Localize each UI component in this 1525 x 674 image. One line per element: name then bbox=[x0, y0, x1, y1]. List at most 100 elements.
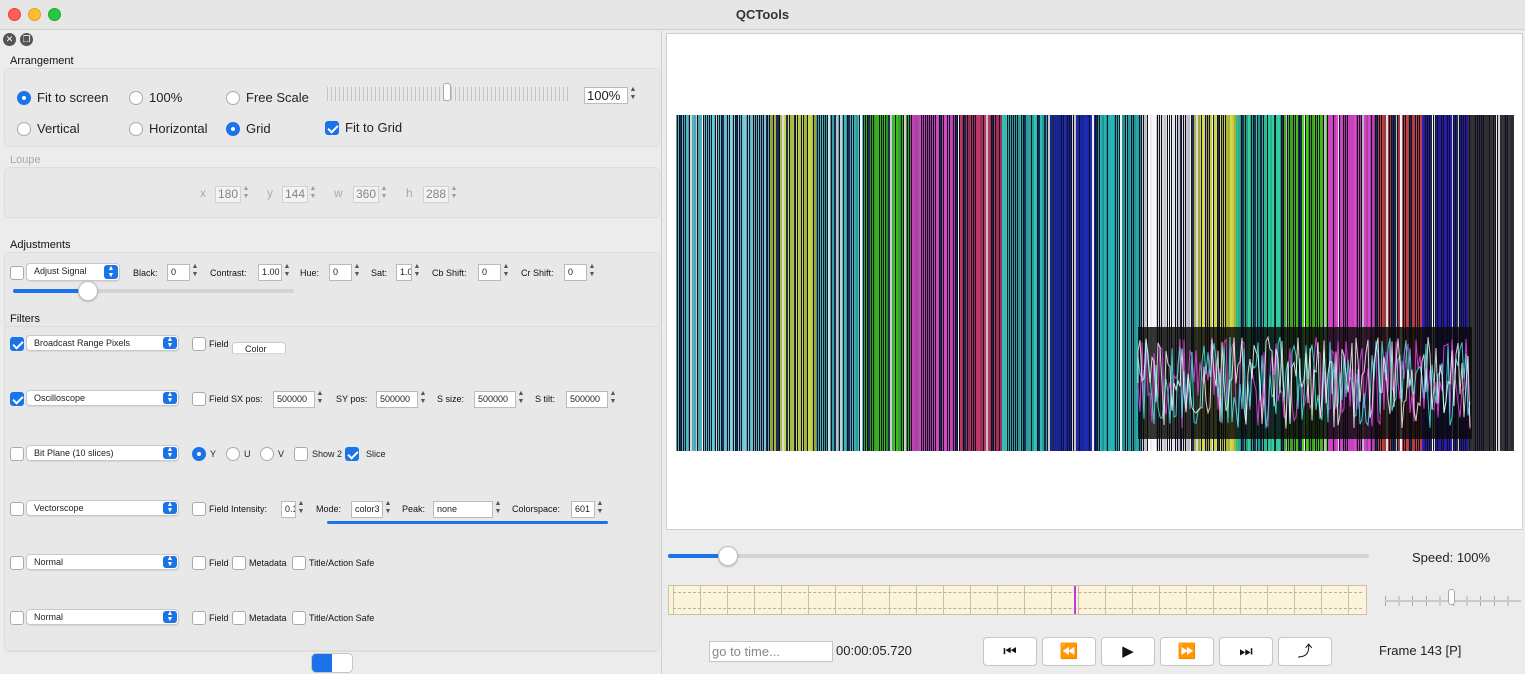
filter5-checkbox[interactable] bbox=[10, 556, 24, 570]
loupe-x-input[interactable]: 180 ▲ ▼ bbox=[215, 185, 251, 203]
frame-column bbox=[852, 115, 853, 451]
bitplane-u-radio[interactable]: U bbox=[226, 447, 251, 461]
loupe-y-input[interactable]: 144 ▲ ▼ bbox=[282, 185, 318, 203]
sat-input[interactable]: 1.0 ▲ ▼ bbox=[396, 263, 422, 281]
vs-mode-label: Mode: bbox=[316, 504, 342, 514]
fit-to-grid-checkbox[interactable]: Fit to Grid bbox=[325, 120, 402, 135]
last-frame-button[interactable]: ⏭ bbox=[1219, 637, 1273, 666]
sx-pos-input[interactable]: 500000 ▲ ▼ bbox=[273, 390, 325, 408]
filter6-checkbox[interactable] bbox=[10, 611, 24, 625]
vs-mode-input[interactable]: color3 ▲ ▼ bbox=[351, 500, 393, 518]
frame-column bbox=[790, 115, 792, 451]
filter6-safe-checkbox[interactable] bbox=[292, 611, 306, 625]
frame-column bbox=[712, 115, 714, 451]
contrast-input[interactable]: 1.00 ▲ ▼ bbox=[258, 263, 292, 281]
frame-column bbox=[716, 115, 717, 451]
filter4-checkbox[interactable] bbox=[10, 502, 24, 516]
black-input[interactable]: 0 ▲ ▼ bbox=[167, 263, 200, 281]
adjust-slider-handle[interactable] bbox=[78, 281, 98, 301]
export-button[interactable]: ⤴ bbox=[1278, 637, 1332, 666]
hue-input[interactable]: 0 ▲ ▼ bbox=[329, 263, 362, 281]
frame-column bbox=[848, 115, 850, 451]
slice-checkbox[interactable]: Slice bbox=[345, 447, 386, 461]
frame-column bbox=[892, 115, 894, 451]
cb-shift-input[interactable]: 0 ▲ ▼ bbox=[478, 263, 511, 281]
zoom-slider-handle[interactable] bbox=[1448, 589, 1455, 605]
current-time: 00:00:05.720 bbox=[836, 643, 912, 658]
filter6-safe-label: Title/Action Safe bbox=[309, 613, 375, 623]
filter5-field-checkbox[interactable] bbox=[192, 556, 206, 570]
filter5-safe-checkbox[interactable] bbox=[292, 556, 306, 570]
sy-pos-input[interactable]: 500000 ▲ ▼ bbox=[376, 390, 428, 408]
filter5-select[interactable]: Normal ▲ ▼ bbox=[26, 554, 179, 570]
goto-time-input[interactable]: go to time... bbox=[709, 641, 833, 662]
filter2-field-checkbox[interactable] bbox=[192, 392, 206, 406]
filter4-select[interactable]: Vectorscope ▲ ▼ bbox=[26, 500, 179, 516]
previous-frame-button[interactable]: ⏪ bbox=[1042, 637, 1096, 666]
bitplane-y-radio[interactable]: Y bbox=[192, 447, 216, 461]
s-tilt-input[interactable]: 500000 ▲ ▼ bbox=[566, 390, 618, 408]
first-frame-button[interactable]: ⏮ bbox=[983, 637, 1037, 666]
percent100-radio[interactable]: 100% bbox=[129, 90, 182, 105]
frame-column bbox=[1056, 115, 1058, 451]
play-button[interactable]: ▶ bbox=[1101, 637, 1155, 666]
vectorscope-slider[interactable] bbox=[327, 521, 608, 524]
filter3-select[interactable]: Bit Plane (10 slices) ▲ ▼ bbox=[26, 445, 179, 461]
video-preview[interactable] bbox=[666, 33, 1523, 530]
timeline-strip[interactable] bbox=[668, 585, 1367, 615]
frame-column bbox=[838, 115, 839, 451]
filter6-metadata-checkbox[interactable] bbox=[232, 611, 246, 625]
adjust-signal-checkbox[interactable] bbox=[10, 266, 24, 280]
free-scale-radio[interactable]: Free Scale bbox=[226, 90, 309, 105]
frame-column bbox=[866, 115, 867, 451]
dock-float-icon[interactable]: ❐ bbox=[20, 33, 33, 46]
scale-slider-handle[interactable] bbox=[443, 83, 451, 101]
peak-input[interactable]: none ▲ ▼ bbox=[433, 500, 503, 518]
frame-column bbox=[1496, 115, 1497, 451]
intensity-input[interactable]: 0.1▲▼ bbox=[281, 500, 306, 518]
adjust-mode-select[interactable]: Adjust Signal ▲ ▼ bbox=[26, 263, 120, 281]
filter1-color-button[interactable]: Color bbox=[232, 342, 286, 354]
bitplane-v-radio[interactable]: V bbox=[260, 447, 284, 461]
frame-column bbox=[1124, 115, 1125, 451]
frame-column bbox=[786, 115, 788, 451]
filter6-field-checkbox[interactable] bbox=[192, 611, 206, 625]
loupe-h-input[interactable]: 288 ▲ ▼ bbox=[423, 185, 459, 203]
fit-to-screen-radio[interactable]: Fit to screen bbox=[17, 90, 109, 105]
filter5-metadata-checkbox[interactable] bbox=[232, 556, 246, 570]
speed-label: Speed: 100% bbox=[1412, 550, 1491, 565]
frame-column bbox=[1118, 115, 1119, 451]
s-size-input[interactable]: 500000 ▲ ▼ bbox=[474, 390, 526, 408]
colorspace-input[interactable]: 601 ▲ ▼ bbox=[571, 500, 605, 518]
show2-checkbox[interactable]: Show 2 bbox=[294, 447, 342, 461]
horizontal-radio[interactable]: Horizontal bbox=[129, 121, 208, 136]
position-slider-track[interactable] bbox=[668, 554, 1369, 558]
next-frame-button[interactable]: ⏩ bbox=[1160, 637, 1214, 666]
scale-spinbox[interactable]: 100% ▲ ▼ bbox=[584, 86, 638, 104]
filter6-select[interactable]: Normal ▲ ▼ bbox=[26, 609, 179, 625]
frame-column bbox=[918, 115, 920, 451]
grid-radio[interactable]: Grid bbox=[226, 121, 271, 136]
position-slider-handle[interactable] bbox=[717, 546, 738, 566]
filter2-select[interactable]: Oscilloscope ▲ ▼ bbox=[26, 390, 179, 406]
filter2-checkbox[interactable] bbox=[10, 392, 24, 406]
frame-column bbox=[802, 115, 803, 451]
filter1-select[interactable]: Broadcast Range Pixels ▲ ▼ bbox=[26, 335, 179, 351]
panel-scroll-handle[interactable] bbox=[311, 653, 353, 673]
frame-column bbox=[1092, 115, 1094, 451]
cr-shift-input[interactable]: 0 ▲ ▼ bbox=[564, 263, 597, 281]
frame-column bbox=[950, 115, 952, 451]
black-label: Black: bbox=[133, 268, 158, 278]
filter1-checkbox[interactable] bbox=[10, 337, 24, 351]
filter4-field-checkbox[interactable] bbox=[192, 502, 206, 516]
filter1-field-label: Field bbox=[209, 339, 229, 349]
loupe-w-input[interactable]: 360 ▲ ▼ bbox=[353, 185, 389, 203]
frame-column bbox=[1112, 115, 1114, 451]
frame-column bbox=[742, 115, 744, 451]
dock-close-icon[interactable]: ✕ bbox=[3, 33, 16, 46]
frame-column bbox=[966, 115, 967, 451]
frame-column bbox=[1134, 115, 1136, 451]
filter1-field-checkbox[interactable] bbox=[192, 337, 206, 351]
filter3-checkbox[interactable] bbox=[10, 447, 24, 461]
vertical-radio[interactable]: Vertical bbox=[17, 121, 80, 136]
